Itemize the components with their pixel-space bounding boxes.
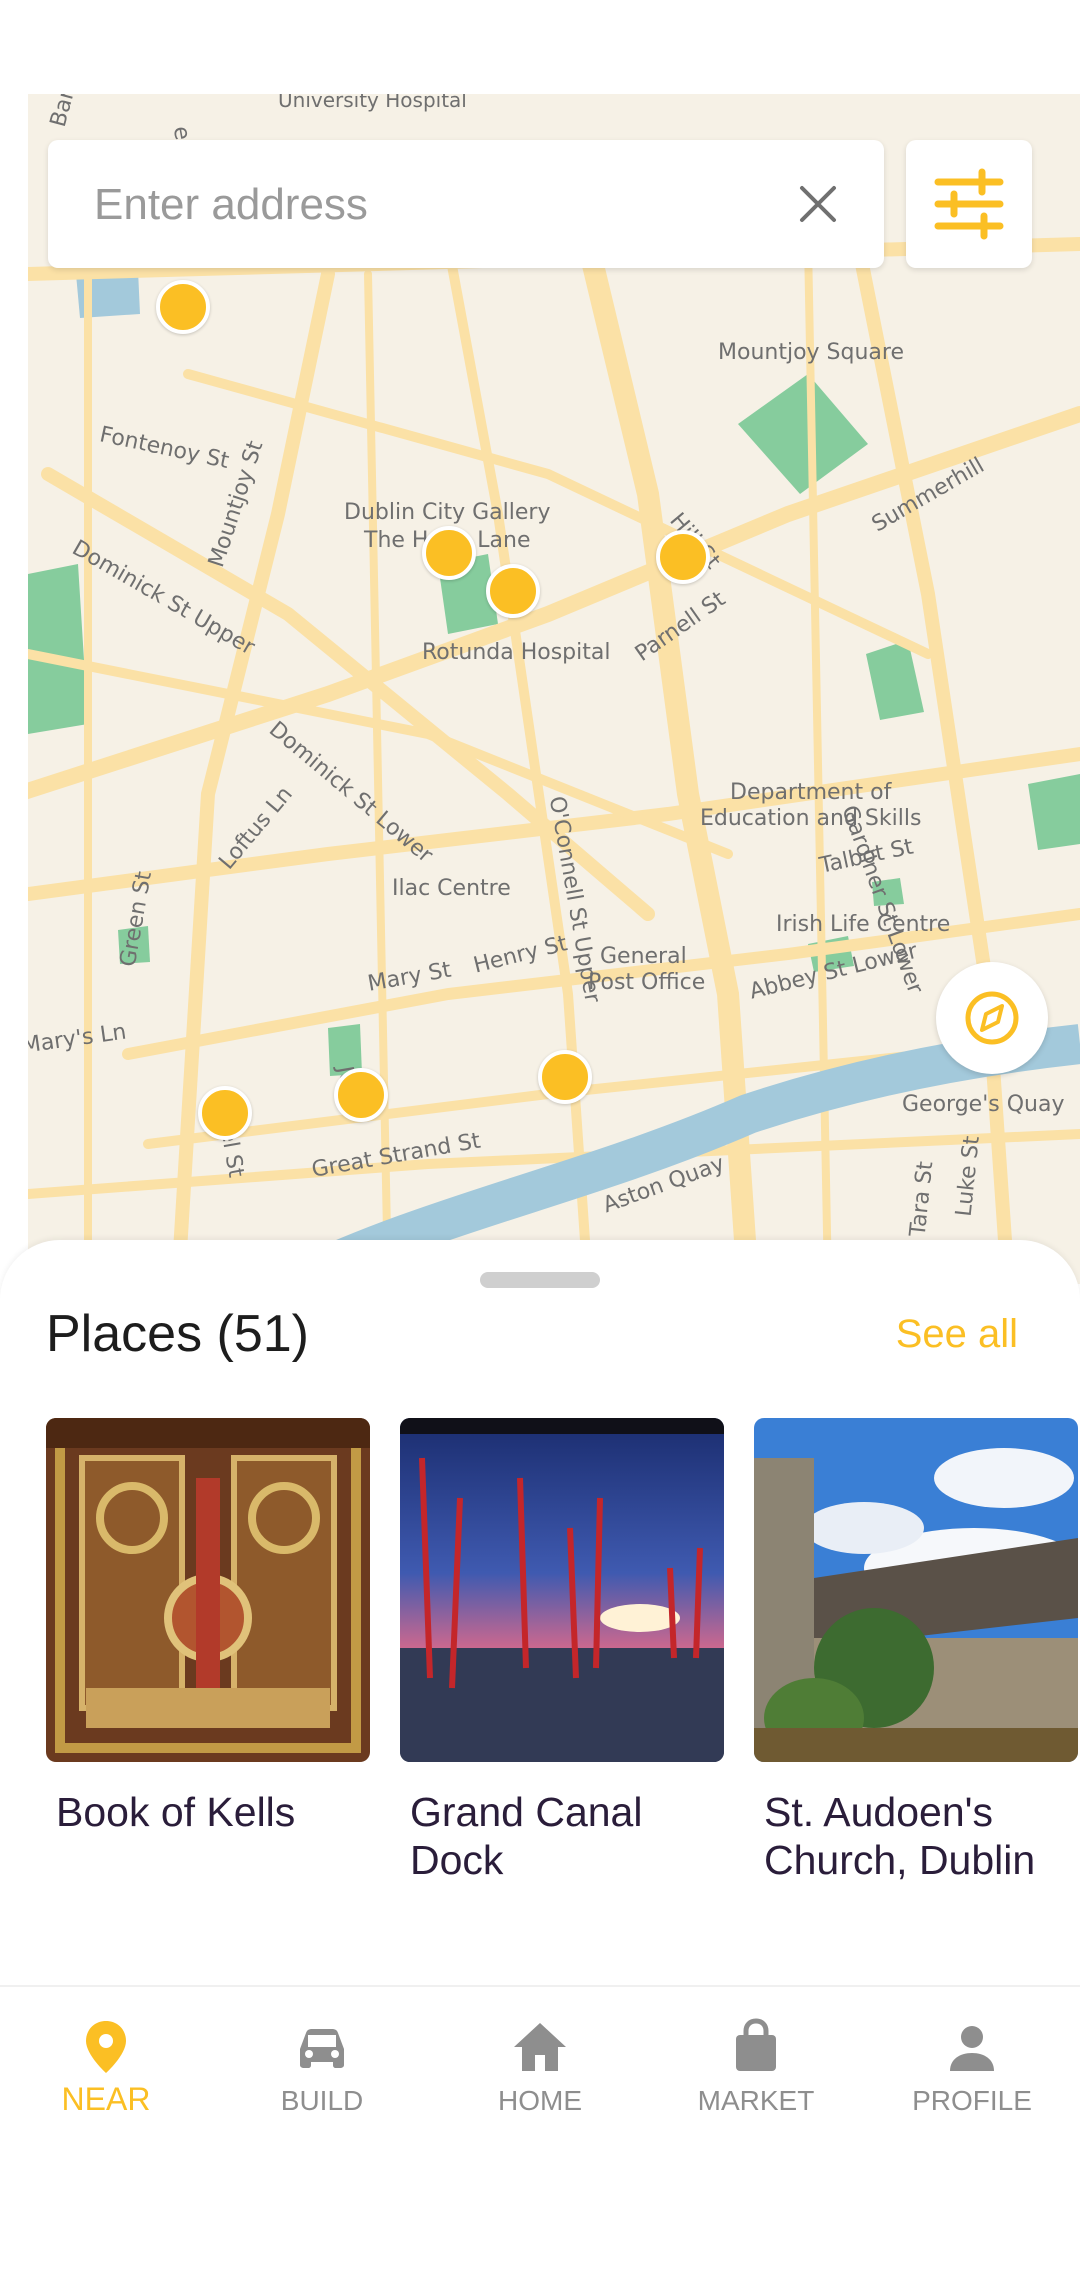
address-input[interactable] (92, 174, 756, 236)
address-search-bar (48, 140, 884, 268)
map-label: University Hospital (278, 94, 467, 112)
filter-button[interactable] (906, 140, 1032, 268)
place-image (400, 1418, 724, 1762)
places-title: Places (51) (46, 1305, 309, 1363)
map-pin[interactable] (198, 1086, 252, 1140)
map-pin[interactable] (334, 1068, 388, 1122)
map-label: Department of (730, 780, 892, 805)
map-view[interactable]: University Hospital Bank erk Fontenoy St… (28, 94, 1080, 1284)
nav-near[interactable]: NEAR (16, 2015, 196, 2145)
sliders-icon (934, 168, 1004, 240)
map-label: Dublin City Gallery (344, 500, 551, 525)
place-card[interactable]: Grand Canal Dock (400, 1418, 724, 1884)
place-name: St. Audoen's Church, Dublin (764, 1789, 1036, 1883)
compass-button[interactable] (936, 962, 1048, 1074)
see-all-link[interactable]: See all (896, 1312, 1018, 1357)
map-pin[interactable] (538, 1050, 592, 1104)
map-pin[interactable] (156, 280, 210, 334)
place-name: Grand Canal Dock (410, 1789, 643, 1883)
nav-market[interactable]: MARKET (666, 2015, 846, 2145)
bottom-navigation: NEAR BUILD HOME MARKET PROFILE (0, 1985, 1080, 2282)
map-label: Post Office (588, 970, 706, 995)
car-icon (300, 2029, 344, 2068)
map-label: General (600, 944, 687, 969)
map-label: Education and Skills (700, 806, 922, 831)
compass-icon (965, 991, 1019, 1045)
nav-label: HOME (498, 2085, 582, 2116)
map-label: Ilac Centre (392, 876, 511, 901)
place-card[interactable]: St. Audoen's Church, Dublin (754, 1418, 1078, 1884)
home-icon (514, 2023, 566, 2071)
map-label: Rotunda Hospital (422, 640, 611, 665)
map-pin[interactable] (422, 526, 476, 580)
clear-search-button[interactable] (790, 176, 846, 232)
drag-handle[interactable] (480, 1272, 600, 1288)
place-name: Book of Kells (56, 1789, 296, 1835)
nav-profile[interactable]: PROFILE (882, 2015, 1062, 2145)
location-pin-icon (86, 2021, 126, 2073)
nav-build[interactable]: BUILD (232, 2015, 412, 2145)
shopping-bag-icon (736, 2018, 776, 2071)
place-card[interactable]: Book of Kells (46, 1418, 370, 1836)
person-icon (950, 2026, 994, 2071)
nav-label: NEAR (61, 2081, 151, 2117)
nav-label: MARKET (697, 2085, 815, 2116)
place-image (46, 1418, 370, 1762)
nav-home[interactable]: HOME (450, 2015, 630, 2145)
place-image (754, 1418, 1078, 1762)
places-sheet: Places (51) See all Book of Kells Grand … (0, 1240, 1080, 1985)
map-pin[interactable] (656, 530, 710, 584)
map-pin[interactable] (486, 564, 540, 618)
map-label: Mountjoy Square (718, 340, 904, 365)
map-label: Irish Life Centre (776, 912, 951, 937)
nav-label: BUILD (280, 2085, 364, 2116)
status-bar (0, 0, 1080, 94)
nav-label: PROFILE (912, 2085, 1032, 2116)
map-label: George's Quay (902, 1092, 1065, 1117)
close-icon (800, 186, 836, 222)
